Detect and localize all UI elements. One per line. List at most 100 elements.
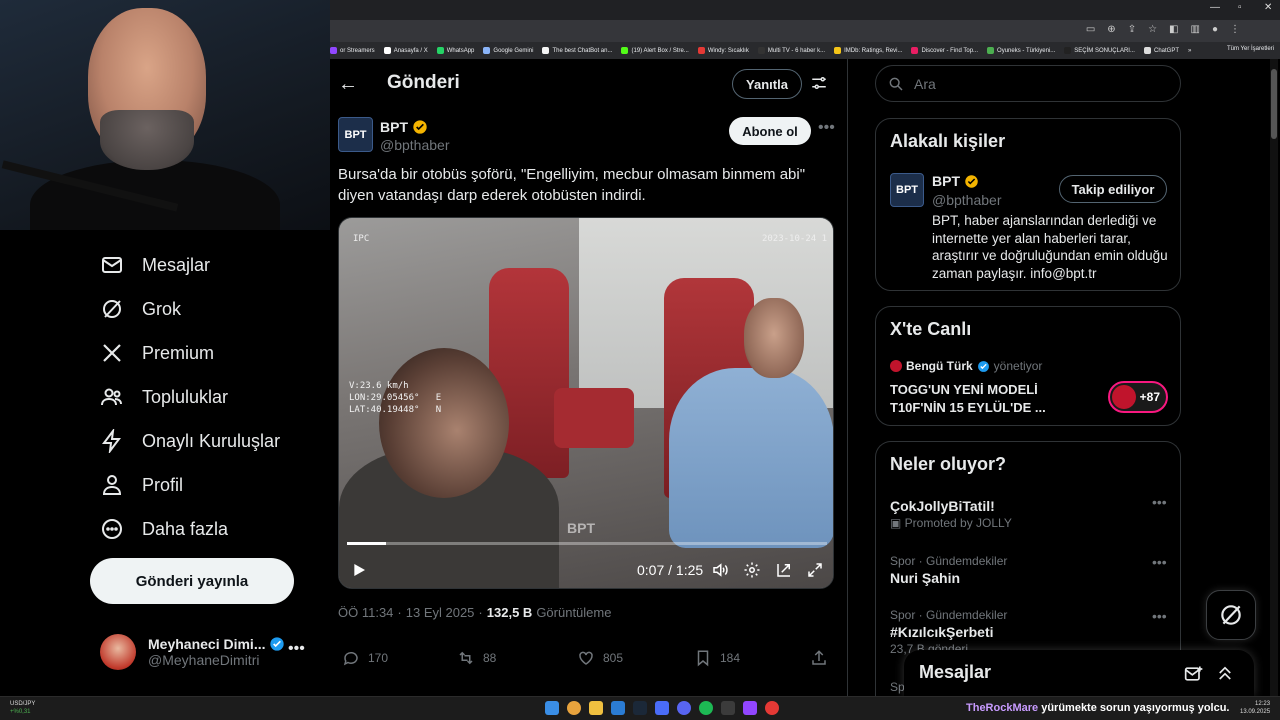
- clock-date: 13.09.2025: [1240, 709, 1271, 715]
- live-listeners-badge[interactable]: +87: [1108, 381, 1168, 413]
- messages-drawer[interactable]: Mesajlar: [904, 650, 1254, 696]
- system-clock[interactable]: 12:23 13.09.2025: [1240, 700, 1270, 716]
- related-handle[interactable]: @bpthaber: [932, 192, 1001, 208]
- bookmark-item[interactable]: (19) Alert Box / Stre...: [621, 47, 689, 54]
- play-icon[interactable]: [351, 562, 367, 578]
- maximize-icon[interactable]: ▫: [1238, 2, 1242, 13]
- app-icon[interactable]: [765, 701, 779, 715]
- author-avatar[interactable]: BPT: [338, 117, 373, 152]
- volume-icon[interactable]: [711, 561, 729, 579]
- bookmark-label: Multi TV - 6 haber k...: [767, 47, 826, 54]
- extensions-icon[interactable]: ◧: [1169, 24, 1178, 35]
- reply-count: 170: [368, 651, 389, 665]
- repost-count: 88: [483, 651, 497, 665]
- bookmark-item[interactable]: Anasayfa / X: [383, 47, 428, 54]
- author-name-row[interactable]: BPT: [380, 119, 428, 135]
- bookmark-item[interactable]: The best ChatBot an...: [542, 47, 612, 54]
- menu-icon[interactable]: ⋮: [1230, 24, 1240, 35]
- spotify-icon[interactable]: [699, 701, 713, 715]
- twitch-icon[interactable]: [743, 701, 757, 715]
- back-arrow-icon[interactable]: ←: [338, 73, 358, 96]
- post-date[interactable]: 13 Eyl 2025: [406, 605, 475, 620]
- scrollbar-thumb[interactable]: [1271, 69, 1277, 139]
- fullscreen-icon[interactable]: [806, 561, 824, 579]
- reply-action[interactable]: 170: [342, 649, 388, 667]
- video-progress-bar[interactable]: [347, 542, 827, 545]
- zoom-icon[interactable]: ⊕: [1107, 24, 1115, 35]
- like-action[interactable]: 805: [577, 649, 623, 667]
- bookmark-item[interactable]: SEÇİM SONUÇLARI...: [1064, 47, 1135, 54]
- related-avatar[interactable]: BPT: [890, 173, 924, 207]
- chrome-icon[interactable]: [567, 701, 581, 715]
- related-name-row[interactable]: BPT: [932, 173, 979, 189]
- file-explorer-icon[interactable]: [589, 701, 603, 715]
- more-icon[interactable]: •••: [288, 640, 305, 658]
- nav-item-messages[interactable]: Mesajlar: [100, 253, 210, 277]
- bookmark-item[interactable]: Multi TV - 6 haber k...: [757, 47, 826, 54]
- search-input[interactable]: Ara: [875, 65, 1181, 102]
- grok-button[interactable]: [1206, 590, 1256, 640]
- nav-label: Topluluklar: [142, 386, 229, 407]
- repost-action[interactable]: 88: [457, 649, 496, 667]
- chevron-up-icon[interactable]: [1216, 664, 1234, 682]
- author-handle[interactable]: @bpthaber: [380, 137, 449, 153]
- share-action[interactable]: [810, 649, 828, 667]
- post-time[interactable]: ÖÖ 11:34: [338, 605, 393, 620]
- trend-more-icon[interactable]: •••: [1152, 554, 1167, 570]
- bookmarks-overflow-icon[interactable]: »: [1188, 48, 1191, 54]
- app-icon[interactable]: [655, 701, 669, 715]
- share-icon[interactable]: ⇪: [1128, 24, 1136, 35]
- nav-item-premium[interactable]: Premium: [100, 341, 214, 365]
- minimize-icon[interactable]: —: [1210, 2, 1220, 13]
- pip-icon[interactable]: [775, 561, 793, 579]
- bookmark-label: The best ChatBot an...: [552, 47, 613, 54]
- bookmark-item[interactable]: IMDb: Ratings, Revi...: [834, 47, 902, 54]
- trend-more-icon[interactable]: •••: [1152, 608, 1167, 624]
- bookmark-item[interactable]: Discover - Find Top...: [911, 47, 978, 54]
- nav-item-profile[interactable]: Profil: [100, 473, 183, 497]
- star-icon[interactable]: ☆: [1148, 24, 1157, 35]
- bookmark-item[interactable]: Windy: Sıcaklık: [697, 47, 749, 54]
- subscribe-button[interactable]: Abone ol: [729, 117, 811, 145]
- trend-more-icon[interactable]: •••: [1152, 494, 1167, 510]
- bookmark-item[interactable]: Google Gemini: [483, 47, 533, 54]
- steam-icon[interactable]: [633, 701, 647, 715]
- reply-button[interactable]: Yanıtla: [732, 69, 802, 99]
- all-bookmarks-link[interactable]: Tüm Yer İşaretleri: [1227, 46, 1274, 52]
- toolbar-icons: ▭ ⊕ ⇪ ☆ ◧ ▥ ● ⋮: [1086, 24, 1240, 35]
- obs-icon[interactable]: [721, 701, 735, 715]
- account-switcher[interactable]: Meyhaneci Dimi... @MeyhaneDimitri •••: [100, 634, 305, 670]
- bookmark-item[interactable]: Oyuneks - Türkiyeni...: [987, 47, 1055, 54]
- cast-icon[interactable]: ▭: [1086, 24, 1095, 35]
- bookmark-label: WhatsApp: [446, 47, 475, 54]
- gear-icon[interactable]: [743, 561, 761, 579]
- downloads-icon[interactable]: ▥: [1191, 24, 1200, 35]
- following-button[interactable]: Takip ediliyor: [1059, 175, 1167, 203]
- stock-widget[interactable]: USD/JPY +%0,31: [10, 700, 35, 716]
- trend-item[interactable]: Spor · Gündemdekiler #KızılcıkŞerbeti 23…: [890, 608, 1007, 656]
- discord-icon[interactable]: [677, 701, 691, 715]
- video-player[interactable]: IPC 2023-10-24 1 V:23.6 km/h LON:29.0545…: [338, 217, 834, 589]
- settings-sliders-icon[interactable]: [810, 74, 828, 92]
- new-message-icon[interactable]: [1184, 664, 1204, 684]
- bookmark-item[interactable]: ChatGPT: [1143, 47, 1179, 54]
- close-icon[interactable]: ✕: [1264, 2, 1272, 13]
- profile-icon[interactable]: ●: [1212, 24, 1218, 35]
- bookmark-item[interactable]: or Streamers: [330, 47, 375, 54]
- grok-icon: [1221, 605, 1241, 625]
- nav-item-verified-orgs[interactable]: Onaylı Kuruluşlar: [100, 429, 280, 453]
- nav-item-communities[interactable]: Topluluklar: [100, 385, 228, 409]
- trend-item[interactable]: Spor · Gündemdekiler Nuri Şahin: [890, 554, 1007, 586]
- windows-start-icon[interactable]: [545, 701, 559, 715]
- nav-item-more[interactable]: Daha fazla: [100, 517, 228, 541]
- post-more-icon[interactable]: •••: [818, 119, 835, 137]
- live-card[interactable]: X'te Canlı Bengü Türk yönetiyor TOGG'UN …: [875, 306, 1181, 426]
- app-icon[interactable]: [611, 701, 625, 715]
- trend-item[interactable]: ÇokJollyBiTatil! ▣ Promoted by JOLLY: [890, 496, 1012, 530]
- bookmark-item[interactable]: WhatsApp: [436, 47, 475, 54]
- page-scrollbar[interactable]: [1270, 59, 1278, 696]
- post-button[interactable]: Gönderi yayınla: [90, 558, 294, 604]
- nav-item-grok[interactable]: Grok: [100, 297, 181, 321]
- bookmark-action[interactable]: 184: [694, 649, 740, 667]
- page-title: Gönderi: [387, 72, 460, 93]
